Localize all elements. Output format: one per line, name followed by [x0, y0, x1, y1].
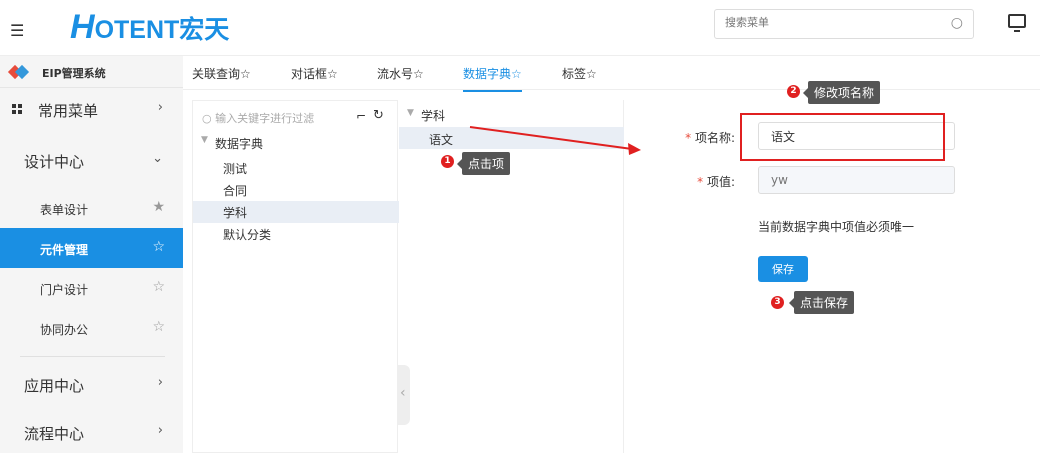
tree-filter-placeholder: 输入关键字进行过滤	[215, 112, 315, 125]
tree-row-selected[interactable]: 学科	[193, 201, 399, 223]
nav-label: 设计中心	[24, 153, 85, 171]
tab-serial-number[interactable]: 流水号☆	[377, 65, 424, 82]
item-list-root[interactable]: 学科	[421, 107, 445, 124]
annotation-callout-2: 修改项名称	[802, 81, 881, 104]
annotation-badge-3: 3	[771, 296, 784, 309]
sidebar-item-form-design[interactable]: 表单设计 ★	[0, 188, 183, 228]
system-title: EIP管理系统	[0, 56, 183, 88]
tree-node[interactable]: 默认分类	[223, 226, 271, 243]
search-input[interactable]	[725, 16, 925, 29]
list-item-label[interactable]: 语文	[429, 131, 453, 148]
uniqueness-hint: 当前数据字典中项值必须唯一	[758, 220, 915, 234]
item-value-input	[758, 166, 955, 194]
annotation-callout-3: 点击保存	[788, 291, 855, 314]
nav-design-center[interactable]: 设计中心 ⌄	[0, 140, 183, 180]
star-icon[interactable]: ☆	[152, 239, 165, 255]
logo-h: H	[70, 8, 95, 46]
dictionary-tree-panel: ○ 输入关键字进行过滤 ⌐ ↻ ▼ 数据字典 测试 合同 学科 默认分类	[192, 100, 399, 453]
menu-toggle-icon[interactable]: ☰	[10, 21, 24, 40]
tree-node[interactable]: 学科	[223, 204, 247, 221]
monitor-icon[interactable]	[1008, 14, 1026, 32]
collapse-all-icon[interactable]: ⌐	[356, 109, 366, 123]
annotation-badge-2: 2	[787, 85, 800, 98]
tree-row[interactable]: 测试	[193, 157, 399, 179]
system-name: EIP管理系统	[42, 67, 106, 80]
sidebar-item-label: 门户设计	[40, 283, 89, 297]
search-icon: ○	[202, 112, 216, 125]
tree-node[interactable]: 测试	[223, 160, 247, 177]
sidebar-item-label: 表单设计	[40, 203, 89, 217]
chevron-right-icon: ›	[157, 423, 163, 438]
system-logo-icon	[7, 64, 30, 80]
annotation-highlight-box	[740, 113, 945, 161]
sidebar-item-label: 协同办公	[40, 323, 89, 337]
chevron-down-icon: ⌄	[152, 151, 163, 166]
tab-dialog[interactable]: 对话框☆	[291, 65, 338, 82]
tab-data-dictionary[interactable]: 数据字典☆	[463, 65, 522, 92]
annotation-callout-1: 点击项	[456, 152, 511, 175]
list-item-selected[interactable]: 语文	[399, 127, 624, 149]
caret-down-icon[interactable]: ▼	[201, 135, 208, 145]
star-filled-icon[interactable]: ★	[152, 199, 165, 215]
divider	[20, 356, 165, 357]
dictionary-item-panel: ▼ 学科 语文	[399, 100, 624, 453]
sidebar-item-portal-design[interactable]: 门户设计 ☆	[0, 268, 183, 308]
caret-down-icon[interactable]: ▼	[407, 108, 414, 118]
tree-node[interactable]: 合同	[223, 182, 247, 199]
refresh-icon[interactable]: ↻	[373, 108, 384, 123]
star-icon[interactable]: ☆	[152, 319, 165, 335]
annotation-badge-1: 1	[441, 155, 454, 168]
value-label: * 项值:	[697, 175, 735, 189]
sidebar-item-label: 元件管理	[40, 243, 89, 257]
name-label: * 项名称:	[685, 131, 735, 145]
grid-icon	[12, 104, 22, 114]
sidebar: EIP管理系统 常用菜单 › 设计中心 ⌄ 表单设计 ★ 元件管理 ☆ 门户设计…	[0, 56, 183, 453]
logo: HOTENT宏天	[70, 8, 229, 47]
save-button[interactable]: 保存	[758, 256, 808, 282]
nav-label: 流程中心	[24, 425, 85, 443]
nav-common-menu[interactable]: 常用菜单 ›	[0, 89, 183, 129]
nav-flow-center[interactable]: 流程中心 ›	[0, 412, 183, 452]
tree-row[interactable]: 合同	[193, 179, 399, 201]
sidebar-item-collab-office[interactable]: 协同办公 ☆	[0, 308, 183, 348]
star-icon[interactable]: ☆	[152, 279, 165, 295]
search-box[interactable]: ○	[714, 9, 974, 39]
tree-row[interactable]: 默认分类	[193, 223, 399, 245]
chevron-right-icon: ›	[157, 100, 163, 115]
tab-tags[interactable]: 标签☆	[562, 65, 597, 82]
tab-bar: 关联查询☆ 对话框☆ 流水号☆ 数据字典☆ 标签☆	[183, 56, 1040, 92]
tree-node-root[interactable]: 数据字典	[215, 135, 263, 152]
chevron-right-icon: ›	[157, 375, 163, 390]
search-icon[interactable]: ○	[951, 15, 963, 31]
tree-filter[interactable]: ○ 输入关键字进行过滤	[202, 110, 352, 126]
logo-text: OTENT宏天	[94, 16, 230, 44]
nav-label: 应用中心	[24, 377, 85, 395]
nav-label: 常用菜单	[38, 102, 99, 120]
top-bar: ☰ HOTENT宏天 ○	[0, 0, 1040, 56]
tab-related-query[interactable]: 关联查询☆	[192, 65, 251, 82]
nav-app-center[interactable]: 应用中心 ›	[0, 364, 183, 404]
sidebar-item-component-mgmt[interactable]: 元件管理 ☆	[0, 228, 183, 268]
